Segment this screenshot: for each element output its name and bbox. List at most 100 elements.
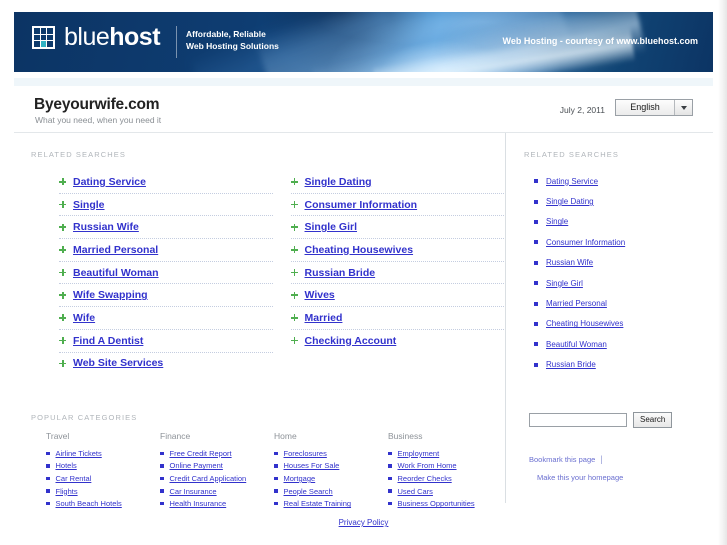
list-item[interactable]: Checking Account xyxy=(290,330,505,352)
list-item[interactable]: Single Girl xyxy=(534,273,704,293)
related-search-link[interactable]: Checking Account xyxy=(305,335,397,347)
category-link[interactable]: Real Estate Training xyxy=(284,499,352,508)
list-item[interactable]: Wives xyxy=(290,284,504,308)
sidebar-search-link[interactable]: Single xyxy=(546,217,568,226)
list-item[interactable]: Single Dating xyxy=(290,171,504,194)
related-search-link[interactable]: Cheating Housewives xyxy=(305,244,414,256)
category-link[interactable]: Online Payment xyxy=(170,461,223,470)
list-item[interactable]: Married xyxy=(290,307,504,330)
list-item[interactable]: Single Girl xyxy=(290,216,504,240)
category-link[interactable]: Car Insurance xyxy=(170,487,217,496)
sidebar-search-link[interactable]: Married Personal xyxy=(546,299,607,308)
sidebar-search-link[interactable]: Single Dating xyxy=(546,197,594,206)
list-item[interactable]: Single Dating xyxy=(534,191,704,211)
related-search-link[interactable]: Wives xyxy=(305,289,335,301)
list-item[interactable]: Beautiful Woman xyxy=(59,262,273,285)
sidebar-search-link[interactable]: Russian Bride xyxy=(546,360,596,369)
sidebar-search-link[interactable]: Single Girl xyxy=(546,279,583,288)
list-item[interactable]: Real Estate Training xyxy=(274,497,388,510)
related-search-link[interactable]: Dating Service xyxy=(73,176,146,188)
category-link[interactable]: South Beach Hotels xyxy=(56,499,122,508)
related-search-link[interactable]: Single xyxy=(73,199,105,211)
list-item[interactable]: Houses For Sale xyxy=(274,460,388,473)
make-homepage-link[interactable]: Make this your homepage xyxy=(537,473,623,482)
related-search-link[interactable]: Single Girl xyxy=(305,221,358,233)
category-link[interactable]: Work From Home xyxy=(398,461,457,470)
list-item[interactable]: Web Site Services xyxy=(59,353,273,375)
related-search-link[interactable]: Russian Bride xyxy=(305,267,376,279)
list-item[interactable]: Health Insurance xyxy=(160,497,274,510)
category-link[interactable]: Flights xyxy=(56,487,78,496)
related-search-link[interactable]: Wife xyxy=(73,312,95,324)
category-link[interactable]: Free Credit Report xyxy=(170,449,232,458)
privacy-policy-link[interactable]: Privacy Policy xyxy=(339,518,389,527)
list-item[interactable]: Single xyxy=(59,194,273,217)
list-item[interactable]: Russian Wife xyxy=(59,216,273,240)
related-search-link[interactable]: Russian Wife xyxy=(73,221,139,233)
category-link[interactable]: Airline Tickets xyxy=(56,449,102,458)
list-item[interactable]: Beautiful Woman xyxy=(534,334,704,354)
category-link[interactable]: People Search xyxy=(284,487,333,496)
category-link[interactable]: Business Opportunities xyxy=(398,499,475,508)
list-item[interactable]: Car Insurance xyxy=(160,485,274,498)
list-item[interactable]: Online Payment xyxy=(160,460,274,473)
category-link[interactable]: Mortgage xyxy=(284,474,316,483)
list-item[interactable]: Hotels xyxy=(46,460,160,473)
list-item[interactable]: Wife xyxy=(59,307,273,330)
category-link[interactable]: Health Insurance xyxy=(170,499,227,508)
list-item[interactable]: Free Credit Report xyxy=(160,447,274,460)
list-item[interactable]: Work From Home xyxy=(388,460,502,473)
category-link[interactable]: Foreclosures xyxy=(284,449,327,458)
list-item[interactable]: South Beach Hotels xyxy=(46,497,160,510)
search-button[interactable]: Search xyxy=(633,412,673,428)
list-item[interactable]: Consumer Information xyxy=(534,232,704,252)
list-item[interactable]: Russian Bride xyxy=(534,355,704,375)
related-search-link[interactable]: Web Site Services xyxy=(73,357,163,369)
list-item[interactable]: Business Opportunities xyxy=(388,497,502,510)
list-item[interactable]: Cheating Housewives xyxy=(534,314,704,334)
list-item[interactable]: Cheating Housewives xyxy=(290,239,504,262)
list-item[interactable]: Consumer Information xyxy=(290,194,504,217)
list-item[interactable]: Russian Bride xyxy=(290,262,504,285)
list-item[interactable]: Mortgage xyxy=(274,472,388,485)
sidebar-search-link[interactable]: Consumer Information xyxy=(546,238,625,247)
category-link[interactable]: Used Cars xyxy=(398,487,433,496)
list-item[interactable]: Dating Service xyxy=(59,171,273,194)
related-search-link[interactable]: Wife Swapping xyxy=(73,289,148,301)
bookmark-page-link[interactable]: Bookmark this page xyxy=(529,455,595,464)
list-item[interactable]: Find A Dentist xyxy=(59,330,273,353)
language-select[interactable]: English xyxy=(615,99,693,116)
list-item[interactable]: Employment xyxy=(388,447,502,460)
list-item[interactable]: Flights xyxy=(46,485,160,498)
list-item[interactable]: Dating Service xyxy=(534,171,704,191)
list-item[interactable]: Wife Swapping xyxy=(59,284,273,308)
list-item[interactable]: Married Personal xyxy=(534,293,704,313)
category-link[interactable]: Reorder Checks xyxy=(398,474,452,483)
related-search-link[interactable]: Beautiful Woman xyxy=(73,267,159,279)
list-item[interactable]: Married Personal xyxy=(59,239,273,262)
sidebar-search-link[interactable]: Beautiful Woman xyxy=(546,340,607,349)
related-search-link[interactable]: Married Personal xyxy=(73,244,158,256)
sidebar-search-link[interactable]: Cheating Housewives xyxy=(546,319,623,328)
bluehost-logo[interactable]: bluehost xyxy=(32,25,161,50)
list-item[interactable]: Single xyxy=(534,212,704,232)
category-link[interactable]: Credit Card Application xyxy=(170,474,247,483)
related-search-link[interactable]: Single Dating xyxy=(305,176,372,188)
list-item[interactable]: Russian Wife xyxy=(534,253,704,273)
list-item[interactable]: People Search xyxy=(274,485,388,498)
related-search-link[interactable]: Consumer Information xyxy=(305,199,418,211)
list-item[interactable]: Reorder Checks xyxy=(388,472,502,485)
list-item[interactable]: Credit Card Application xyxy=(160,472,274,485)
category-link[interactable]: Car Rental xyxy=(56,474,92,483)
list-item[interactable]: Used Cars xyxy=(388,485,502,498)
category-link[interactable]: Hotels xyxy=(56,461,77,470)
search-input[interactable] xyxy=(529,413,627,427)
list-item[interactable]: Car Rental xyxy=(46,472,160,485)
category-link[interactable]: Houses For Sale xyxy=(284,461,340,470)
sidebar-search-link[interactable]: Dating Service xyxy=(546,177,598,186)
list-item[interactable]: Airline Tickets xyxy=(46,447,160,460)
chevron-down-icon[interactable] xyxy=(674,100,692,115)
related-search-link[interactable]: Find A Dentist xyxy=(73,335,143,347)
sidebar-search-link[interactable]: Russian Wife xyxy=(546,258,593,267)
related-search-link[interactable]: Married xyxy=(305,312,343,324)
